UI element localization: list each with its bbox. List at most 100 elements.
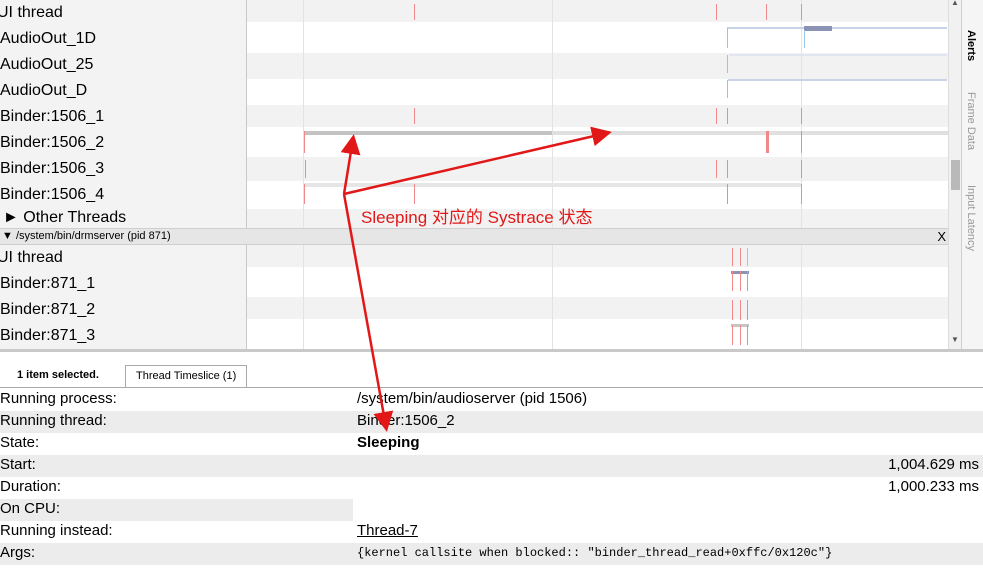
- track-row[interactable]: [247, 297, 948, 319]
- slice-mark[interactable]: [716, 4, 717, 20]
- slice-mark[interactable]: [732, 300, 733, 320]
- track-label[interactable]: UI thread: [0, 3, 63, 23]
- table-row: Running process: /system/bin/audioserver…: [0, 389, 983, 411]
- row-key: Start:: [0, 455, 353, 477]
- track-label[interactable]: Binder:1506_2: [0, 133, 104, 153]
- slice-bar[interactable]: [727, 27, 947, 29]
- slice-mark[interactable]: [740, 271, 741, 291]
- slice-mark[interactable]: [747, 248, 748, 266]
- table-row: Running instead: Thread-7: [0, 521, 983, 543]
- track-label[interactable]: Binder:1506_1: [0, 107, 104, 127]
- details-table: Running process: /system/bin/audioserver…: [0, 389, 983, 565]
- trace-viewer[interactable]: UI thread AudioOut_1D AudioOut_25 AudioO…: [0, 0, 983, 349]
- slice-mark[interactable]: [414, 4, 415, 20]
- track-label[interactable]: Binder:1506_4: [0, 185, 104, 205]
- slice-mark[interactable]: [414, 184, 415, 204]
- row-value: Binder:1506_2: [353, 411, 983, 433]
- scroll-down-icon[interactable]: ▼: [951, 335, 959, 344]
- row-value: {kernel callsite when blocked:: "binder_…: [353, 543, 983, 565]
- analysis-tab-bar: 1 item selected. Thread Timeslice (1): [0, 352, 983, 388]
- slice-bar[interactable]: [728, 79, 947, 81]
- slice-mark[interactable]: [747, 300, 748, 320]
- row-key: Running process:: [0, 390, 117, 407]
- track-label[interactable]: AudioOut_D: [0, 81, 87, 101]
- slice-mark[interactable]: [801, 160, 802, 178]
- track-row[interactable]: [247, 209, 948, 228]
- slice-bar[interactable]: [729, 54, 947, 56]
- close-icon[interactable]: X: [937, 229, 946, 244]
- running-instead-link[interactable]: Thread-7: [353, 521, 983, 543]
- slice-mark[interactable]: [766, 4, 767, 20]
- slice-mark[interactable]: [747, 271, 748, 291]
- sleeping-slice[interactable]: [304, 131, 552, 135]
- tab-alerts[interactable]: Alerts: [965, 30, 977, 61]
- tab-thread-timeslice[interactable]: Thread Timeslice (1): [125, 365, 248, 387]
- slice-mark[interactable]: [804, 30, 805, 48]
- table-row: Running thread: Binder:1506_2: [0, 411, 983, 433]
- analysis-panel: 1 item selected. Thread Timeslice (1) Ru…: [0, 349, 983, 583]
- slice-mark[interactable]: [727, 108, 728, 124]
- track-label[interactable]: AudioOut_1D: [0, 29, 96, 49]
- slice-mark[interactable]: [732, 248, 733, 266]
- table-row: On CPU:: [0, 499, 983, 521]
- vertical-scrollbar[interactable]: ▲ ▼: [948, 0, 961, 349]
- state-value: Sleeping: [357, 434, 420, 451]
- slice-mark[interactable]: [727, 28, 728, 48]
- slice-mark[interactable]: [727, 80, 728, 98]
- process-header-label: ▼ /system/bin/drmserver (pid 871): [2, 230, 171, 242]
- track-label[interactable]: AudioOut_25: [0, 55, 93, 75]
- slice-mark[interactable]: [727, 55, 728, 73]
- row-value: 1,000.233 ms: [888, 478, 979, 495]
- slice-mark[interactable]: [740, 248, 741, 266]
- other-threads-toggle[interactable]: ► Other Threads: [3, 208, 126, 228]
- track-row[interactable]: [247, 245, 948, 267]
- track-row[interactable]: [247, 157, 948, 181]
- track-label[interactable]: Binder:1506_3: [0, 159, 104, 179]
- track-label[interactable]: Binder:871_2: [0, 300, 95, 320]
- row-key: State:: [0, 434, 40, 451]
- slice-mark[interactable]: [801, 108, 802, 124]
- tab-input-latency[interactable]: Input Latency: [965, 185, 977, 251]
- table-row: State: Sleeping: [0, 433, 983, 455]
- tab-frame-data[interactable]: Frame Data: [965, 92, 977, 150]
- track-row[interactable]: [247, 53, 948, 79]
- slice-mark[interactable]: [414, 108, 415, 124]
- row-value: [353, 499, 983, 521]
- track-row[interactable]: [247, 0, 948, 22]
- selection-count-label: 1 item selected.: [17, 369, 99, 381]
- annotation-label: Sleeping 对应的 Systrace 状态: [361, 208, 593, 227]
- track-label-column: UI thread AudioOut_1D AudioOut_25 AudioO…: [0, 0, 247, 349]
- track-label[interactable]: UI thread: [0, 248, 63, 268]
- slice-mark[interactable]: [732, 271, 733, 291]
- slice-mark[interactable]: [766, 131, 769, 153]
- slice-mark[interactable]: [305, 160, 306, 178]
- scroll-up-icon[interactable]: ▲: [951, 0, 959, 7]
- row-key: Running thread:: [0, 411, 353, 433]
- grid-line: [552, 0, 553, 349]
- process-header[interactable]: ▼ /system/bin/drmserver (pid 871) X: [0, 228, 948, 245]
- slice-mark[interactable]: [304, 184, 305, 204]
- tab-divider: [0, 387, 983, 388]
- slice-mark[interactable]: [740, 300, 741, 320]
- slice-mark[interactable]: [716, 160, 717, 178]
- track-label[interactable]: Binder:871_1: [0, 274, 95, 294]
- slice-bar[interactable]: [804, 26, 832, 31]
- slice-mark[interactable]: [801, 131, 802, 153]
- slice-mark[interactable]: [716, 108, 717, 124]
- row-key: On CPU:: [0, 499, 353, 521]
- slice-mark[interactable]: [304, 131, 305, 153]
- slice-mark[interactable]: [727, 184, 728, 204]
- slice-mark[interactable]: [732, 325, 733, 345]
- slice-mark[interactable]: [727, 160, 728, 178]
- slice-mark[interactable]: [740, 325, 741, 345]
- slice-mark[interactable]: [747, 325, 748, 345]
- scrollbar-thumb[interactable]: [951, 160, 960, 190]
- row-key: Args:: [0, 543, 353, 565]
- slice-mark[interactable]: [801, 184, 802, 204]
- row-key: Duration:: [0, 478, 61, 495]
- track-label[interactable]: Binder:871_3: [0, 326, 95, 346]
- sleeping-slice[interactable]: [552, 131, 948, 135]
- slice-mark[interactable]: [801, 4, 802, 20]
- track-row[interactable]: [247, 105, 948, 127]
- table-row: Start: 1,004.629 ms: [0, 455, 983, 477]
